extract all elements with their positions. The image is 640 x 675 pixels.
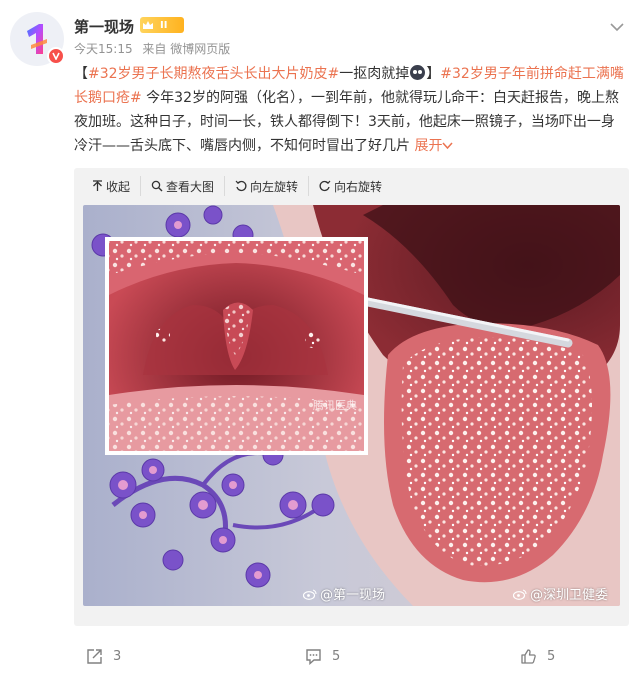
- like-count: 5: [547, 649, 556, 664]
- throat-inset: 腾讯医典: [105, 237, 368, 455]
- comment-count: 5: [332, 649, 341, 664]
- arrow-up-icon: [93, 180, 102, 191]
- search-icon: [151, 180, 163, 192]
- expand-label: 展开: [414, 138, 443, 154]
- rotate-left-button[interactable]: 向左旋转: [225, 176, 310, 196]
- hashtag-link[interactable]: #32岁男子长期熬夜舌头长出大片奶皮#: [88, 66, 339, 82]
- emoji-icon: [410, 65, 426, 80]
- level-badge: II: [140, 17, 184, 33]
- level-text: II: [160, 19, 168, 31]
- bracket-open: 【: [74, 66, 88, 82]
- share-count: 3: [113, 649, 122, 664]
- watermark-right-text: @深圳卫健委: [530, 588, 609, 603]
- share-icon: [87, 649, 102, 664]
- collapse-button[interactable]: 收起: [74, 176, 142, 196]
- rotate-right-button[interactable]: 向右旋转: [309, 176, 392, 196]
- post-source: 来自 微博网页版: [142, 42, 231, 56]
- author-name[interactable]: 第一现场: [74, 16, 134, 37]
- post-text: 【#32岁男子长期熬夜舌头长出大片奶皮#一抠肉就掉 】#32岁男子年前拼命赶工满嘴…: [74, 62, 626, 158]
- chevron-down-icon[interactable]: [610, 22, 624, 32]
- post-meta: 今天15:15 来自 微博网页版: [74, 40, 236, 57]
- post-actions: 3 5 5: [0, 640, 640, 674]
- rotate-right-icon: [319, 180, 331, 192]
- media-toolbar: 收起 查看大图 向左旋转 向右旋转: [74, 168, 392, 204]
- weibo-logo-icon: [513, 589, 527, 600]
- rotate-right-label: 向右旋转: [334, 179, 383, 194]
- crown-icon: [143, 21, 153, 29]
- expand-link[interactable]: 展开: [414, 138, 454, 154]
- comment-icon: [306, 649, 321, 665]
- inset-watermark: 腾讯医典: [313, 398, 357, 412]
- comment-button[interactable]: 5: [305, 648, 340, 665]
- post-image[interactable]: 腾讯医典 @第一现场 @深圳卫健委: [83, 205, 620, 606]
- view-large-label: 查看大图: [166, 179, 215, 194]
- media-viewer: 收起 查看大图 向左旋转 向右旋转 腾讯医典 @第一现场 @深圳卫健委: [74, 168, 629, 626]
- watermark-right: @深圳卫健委: [513, 584, 608, 603]
- post-text-segment: 一抠肉就掉: [339, 66, 410, 82]
- watermark-left-text: @第一现场: [320, 588, 386, 603]
- oral-thrush-illustration: 腾讯医典: [83, 205, 620, 606]
- chevron-down-icon: [442, 142, 454, 150]
- collapse-label: 收起: [106, 179, 131, 194]
- post-time[interactable]: 今天15:15: [74, 42, 133, 56]
- share-button[interactable]: 3: [86, 648, 121, 665]
- rotate-left-label: 向左旋转: [250, 179, 299, 194]
- verified-v-icon: [47, 47, 65, 65]
- view-large-button[interactable]: 查看大图: [141, 176, 226, 196]
- avatar[interactable]: [10, 12, 65, 66]
- thumbs-up-icon: [521, 649, 536, 664]
- weibo-logo-icon: [303, 589, 317, 600]
- rotate-left-icon: [235, 180, 247, 192]
- bracket-close: 】: [426, 66, 441, 82]
- like-button[interactable]: 5: [520, 648, 555, 665]
- post-body: 今年32岁的阿强（化名），一到年前，他就得玩儿命干：白天赶报告，晚上熬夜加班。这…: [74, 90, 619, 154]
- watermark-left: @第一现场: [303, 584, 385, 603]
- weibo-post-card: 第一现场 II 今天15:15 来自 微博网页版 【#32岁男子长期熬夜舌头长出…: [0, 0, 640, 675]
